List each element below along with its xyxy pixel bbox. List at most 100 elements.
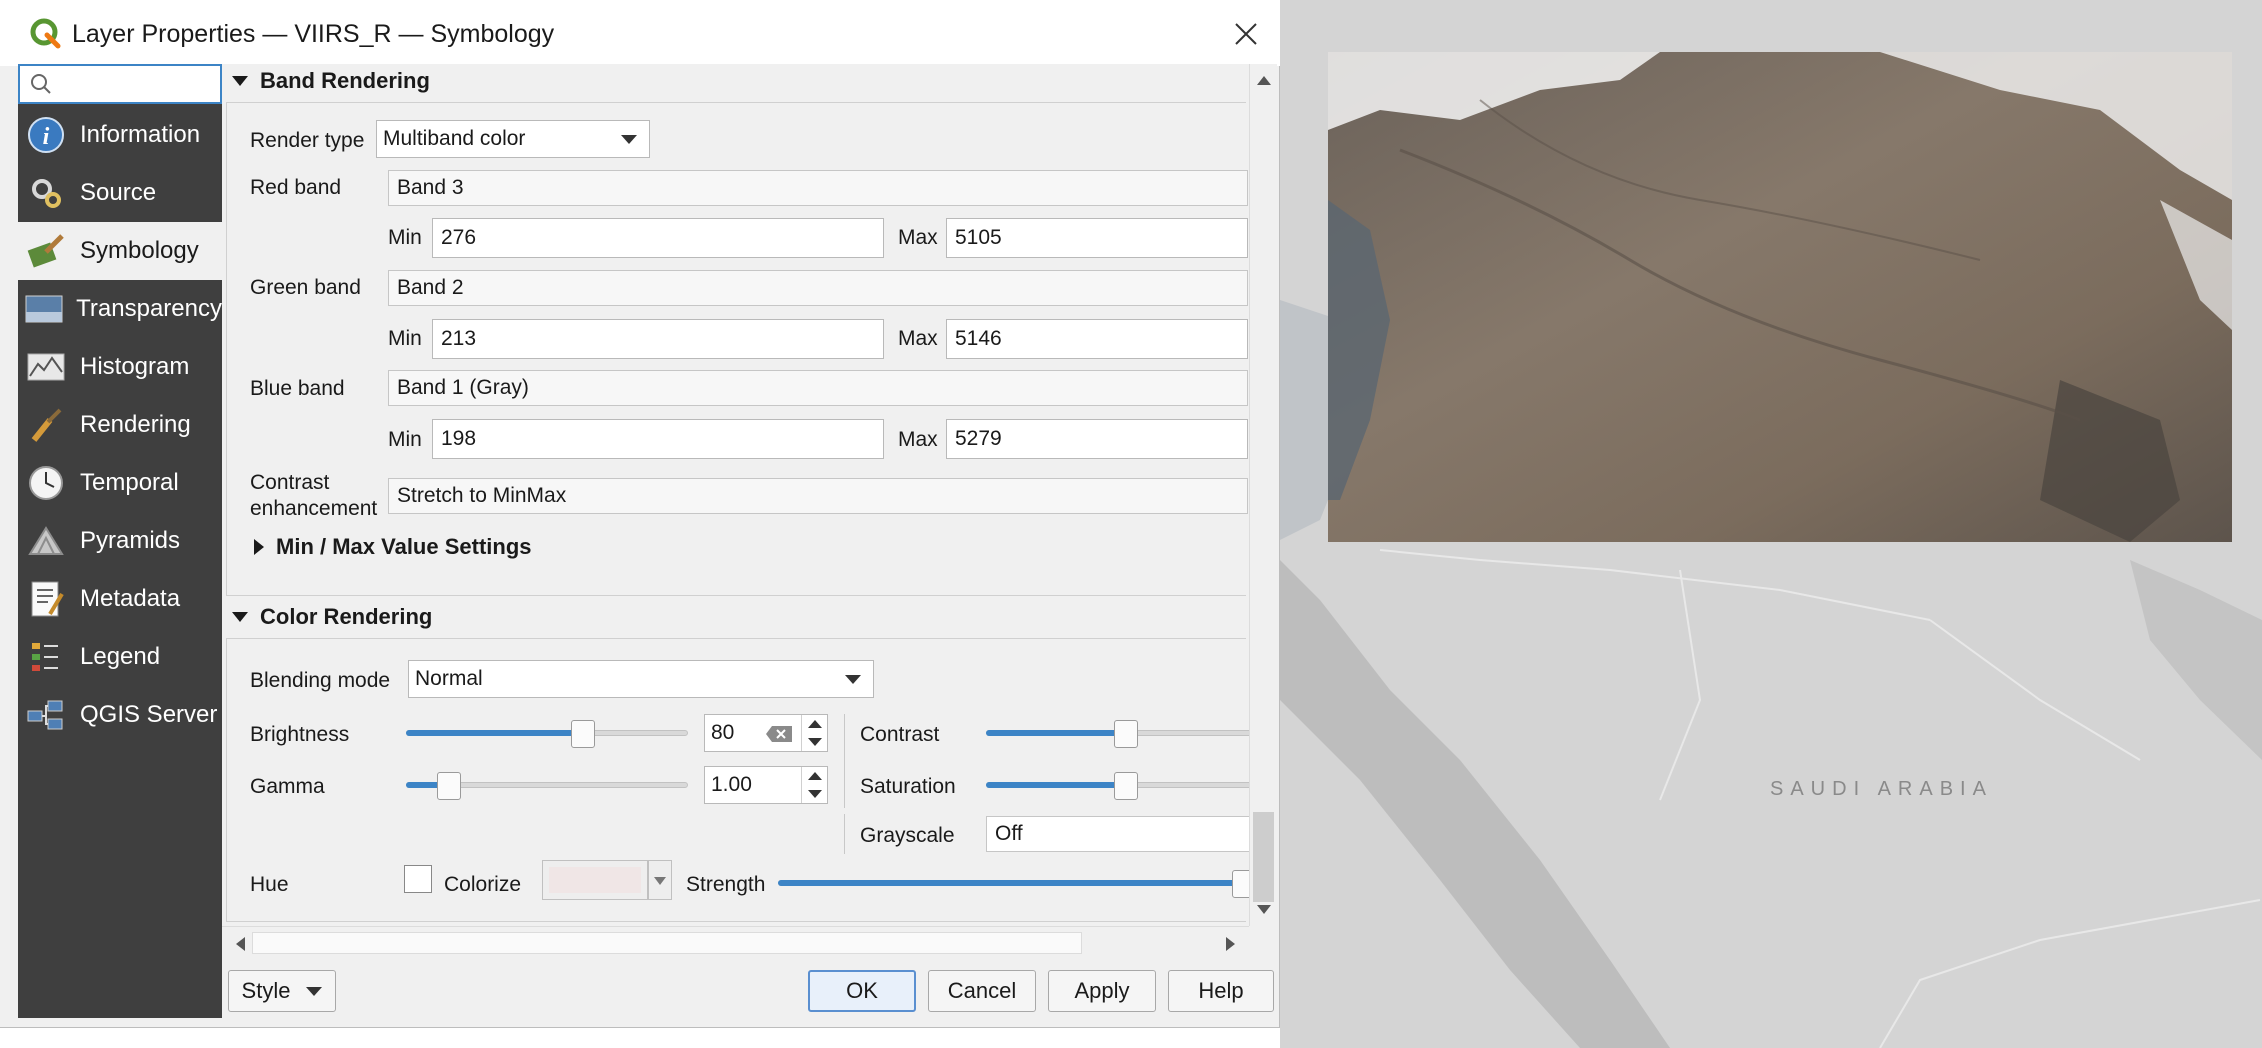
slider-fill (986, 782, 1126, 788)
title-bar: Layer Properties — VIIRS_R — Symbology (0, 0, 1280, 66)
qgis-logo-icon (30, 18, 61, 49)
transparency-icon (25, 295, 63, 323)
scroll-down-icon[interactable] (1257, 905, 1271, 914)
separator (844, 714, 845, 808)
sidebar-item-label: Transparency (76, 295, 222, 322)
sidebar-item-metadata[interactable]: Metadata (18, 570, 222, 628)
symbology-panel: Band Rendering Render type Multiband col… (222, 64, 1249, 926)
minmax-settings-header[interactable]: Min / Max Value Settings (254, 530, 532, 564)
grayscale-label: Grayscale (860, 824, 955, 847)
sidebar-item-source[interactable]: Source (18, 164, 222, 222)
sidebar-item-histogram[interactable]: Histogram (18, 338, 222, 396)
grayscale-value: Off (995, 822, 1023, 845)
colorize-label: Colorize (444, 873, 522, 896)
collapse-arrow-icon (232, 612, 248, 622)
grayscale-combo[interactable]: Off (986, 816, 1249, 852)
blue-band-combo[interactable]: Band 1 (Gray) (388, 370, 1248, 406)
green-band-label: Green band (250, 276, 361, 299)
spin-up-icon[interactable] (808, 720, 822, 728)
render-type-combo[interactable]: Multiband color (376, 120, 650, 158)
green-min-value: 213 (441, 327, 477, 350)
clear-icon[interactable] (765, 725, 793, 743)
green-band-value: Band 2 (397, 276, 464, 299)
sidebar-item-pyramids[interactable]: Pyramids (18, 512, 222, 570)
slider-handle[interactable] (436, 772, 461, 800)
red-max-input[interactable]: 5105 (946, 218, 1248, 258)
contrast-enhancement-value: Stretch to MinMax (397, 484, 567, 507)
slider-handle[interactable] (571, 720, 596, 748)
blue-max-input[interactable]: 5279 (946, 419, 1248, 459)
blending-mode-combo[interactable]: Normal (408, 660, 874, 698)
sidebar-item-label: Histogram (80, 353, 190, 380)
sidebar-item-transparency[interactable]: Transparency (18, 280, 222, 338)
sidebar-item-label: Source (80, 179, 157, 206)
ok-button[interactable]: OK (808, 970, 916, 1012)
sidebar-item-label: Metadata (80, 585, 181, 612)
viirs-raster-layer (1328, 52, 2232, 542)
slider-handle[interactable] (1114, 772, 1138, 800)
color-rendering-header[interactable]: Color Rendering (232, 600, 432, 634)
colorize-checkbox[interactable] (404, 865, 432, 893)
red-max-value: 5105 (955, 226, 1002, 249)
sidebar-item-legend[interactable]: Legend (18, 628, 222, 686)
slider-fill (778, 880, 1244, 886)
vertical-scrollbar[interactable] (1249, 64, 1277, 926)
style-menu-button[interactable]: Style (228, 970, 336, 1012)
sidebar-item-label: Rendering (80, 411, 191, 438)
slider-handle[interactable] (1232, 870, 1249, 898)
apply-button-label: Apply (1074, 978, 1130, 1003)
map-canvas[interactable]: SAUDI ARABIA (1280, 0, 2262, 1048)
layer-properties-dialog: Layer Properties — VIIRS_R — Symbology i… (0, 0, 1280, 1028)
clock-icon (29, 466, 63, 500)
scroll-thumb[interactable] (1253, 812, 1274, 902)
band-rendering-header[interactable]: Band Rendering (232, 64, 430, 98)
brightness-spinbox[interactable]: 80 (704, 714, 828, 752)
brightness-label: Brightness (250, 723, 350, 746)
green-band-combo[interactable]: Band 2 (388, 270, 1248, 306)
spin-up-icon[interactable] (808, 772, 822, 780)
gamma-spinbox[interactable]: 1.00 (704, 766, 828, 804)
spin-buttons[interactable] (801, 715, 827, 751)
gamma-slider[interactable] (406, 772, 688, 800)
chevron-down-icon (654, 877, 666, 885)
apply-button[interactable]: Apply (1048, 970, 1156, 1012)
cancel-button[interactable]: Cancel (928, 970, 1036, 1012)
spin-down-icon[interactable] (808, 738, 822, 746)
scroll-left-icon[interactable] (236, 937, 245, 951)
color-rendering-title: Color Rendering (260, 604, 433, 629)
spin-buttons[interactable] (801, 767, 827, 803)
colorize-color-button[interactable] (542, 860, 648, 900)
saturation-slider[interactable] (986, 772, 1249, 800)
red-band-combo[interactable]: Band 3 (388, 170, 1248, 206)
scroll-thumb[interactable] (252, 932, 1082, 954)
strength-slider[interactable] (778, 870, 1249, 898)
green-min-input[interactable]: 213 (432, 319, 884, 359)
slider-handle[interactable] (1114, 720, 1138, 748)
sidebar-item-information[interactable]: i Information (18, 106, 222, 164)
contrast-slider[interactable] (986, 720, 1249, 748)
scroll-right-icon[interactable] (1226, 937, 1235, 951)
sidebar-item-label: Pyramids (80, 527, 181, 554)
close-button[interactable] (1224, 12, 1268, 56)
green-max-input[interactable]: 5146 (946, 319, 1248, 359)
spin-down-icon[interactable] (808, 790, 822, 798)
brightness-slider[interactable] (406, 720, 688, 748)
sidebar-item-symbology[interactable]: Symbology (18, 222, 222, 280)
sidebar-item-rendering[interactable]: Rendering (18, 396, 222, 454)
red-min-input[interactable]: 276 (432, 218, 884, 258)
colorize-dropdown[interactable] (648, 860, 672, 900)
search-input[interactable] (60, 71, 200, 97)
contrast-enhancement-combo[interactable]: Stretch to MinMax (388, 478, 1248, 514)
ok-button-label: OK (846, 978, 878, 1003)
sidebar: i Information Source Symbology Transpare… (18, 64, 222, 1018)
blue-min-input[interactable]: 198 (432, 419, 884, 459)
help-button[interactable]: Help (1168, 970, 1274, 1012)
horizontal-scrollbar[interactable] (222, 926, 1249, 960)
close-icon (1235, 23, 1257, 45)
blending-mode-value: Normal (415, 667, 483, 690)
search-box[interactable] (18, 64, 222, 104)
sidebar-item-qgis-server[interactable]: QGIS Server (18, 686, 222, 744)
scroll-up-icon[interactable] (1257, 76, 1271, 85)
sidebar-item-temporal[interactable]: Temporal (18, 454, 222, 512)
contrast-label-line2: enhancement (250, 497, 378, 520)
